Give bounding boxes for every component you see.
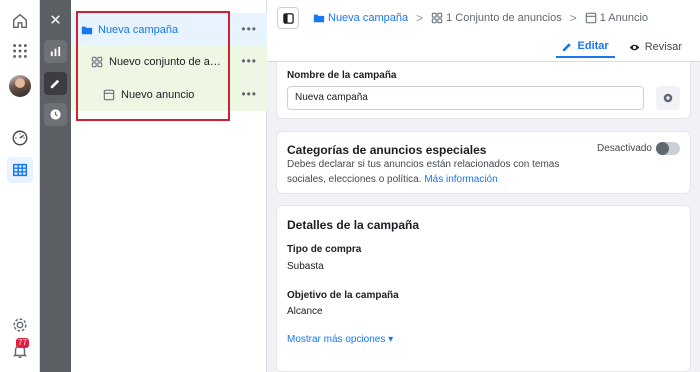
tool-column — [40, 0, 71, 372]
special-categories-title: Categorías de anuncios especiales — [287, 143, 487, 157]
special-categories-card: Categorías de anuncios especiales Desact… — [276, 131, 691, 194]
ad-icon — [585, 12, 596, 24]
campaign-settings-button[interactable] — [656, 86, 680, 110]
left-nav-rail: 77 — [0, 0, 40, 372]
tab-edit[interactable]: Editar — [555, 36, 615, 58]
more-options-icon[interactable]: ••• — [241, 22, 257, 36]
special-categories-description: Debes declarar si tus anuncios están rel… — [287, 157, 577, 187]
avatar[interactable] — [9, 75, 31, 97]
campaign-name-card: Nombre de la campaña Nueva campaña — [276, 62, 691, 119]
learn-more-link[interactable]: Más información — [424, 174, 497, 185]
buy-type-value: Subasta — [287, 261, 324, 272]
more-options-icon[interactable]: ••• — [241, 87, 257, 101]
objective-label: Objetivo de la campaña — [287, 290, 399, 301]
breadcrumb: Nueva campaña > 1 Conjunto de anuncios >… — [277, 7, 648, 29]
settings-gear-icon — [663, 93, 673, 103]
campaign-details-title: Detalles de la campaña — [287, 218, 420, 232]
folder-icon — [313, 14, 325, 23]
top-bar: Nueva campaña > 1 Conjunto de anuncios >… — [267, 0, 700, 62]
sidebar-toggle-icon — [282, 12, 294, 24]
tab-label: Editar — [577, 40, 609, 52]
tab-review[interactable]: Revisar — [623, 36, 688, 58]
close-icon[interactable] — [44, 8, 67, 31]
panel-toggle-button[interactable] — [277, 7, 299, 29]
breadcrumb-campaign[interactable]: Nueva campaña — [313, 12, 408, 24]
buy-type-label: Tipo de compra — [287, 244, 362, 255]
breadcrumb-separator: > — [416, 11, 424, 25]
apps-grid-icon[interactable] — [9, 40, 31, 62]
bar-chart-icon[interactable] — [44, 40, 67, 63]
breadcrumb-label: Nueva campaña — [328, 12, 409, 24]
notification-badge: 77 — [16, 338, 29, 348]
pencil-icon — [562, 42, 571, 51]
tab-label: Revisar — [644, 41, 682, 53]
settings-gear-icon[interactable] — [9, 314, 31, 336]
breadcrumb-separator: > — [569, 11, 577, 25]
dashboard-gauge-icon[interactable] — [9, 127, 31, 149]
breadcrumb-adset[interactable]: 1 Conjunto de anuncios — [431, 12, 562, 24]
campaign-name-input[interactable]: Nueva campaña — [287, 86, 644, 110]
eye-icon — [629, 44, 639, 50]
objective-value: Alcance — [287, 306, 323, 317]
breadcrumb-label: 1 Anuncio — [599, 12, 649, 24]
special-categories-toggle[interactable] — [656, 142, 680, 155]
show-more-options-link[interactable]: Mostrar más opciones ▾ — [287, 334, 393, 345]
highlight-box — [76, 11, 230, 121]
campaign-name-label: Nombre de la campaña — [287, 70, 397, 81]
campaign-details-card: Detalles de la campaña Tipo de compra Su… — [276, 205, 691, 372]
pencil-icon[interactable] — [44, 72, 67, 95]
toggle-status: Desactivado — [596, 143, 652, 154]
breadcrumb-ad[interactable]: 1 Anuncio — [585, 12, 648, 24]
ads-manager-table-icon[interactable] — [7, 157, 33, 183]
mode-tabs: Editar Revisar — [555, 36, 688, 58]
more-options-icon[interactable]: ••• — [241, 54, 257, 68]
main-panel: Nueva campaña > 1 Conjunto de anuncios >… — [267, 0, 700, 372]
home-icon[interactable] — [9, 10, 31, 32]
adset-grid-icon — [431, 12, 443, 24]
breadcrumb-label: 1 Conjunto de anuncios — [446, 12, 562, 24]
clock-icon[interactable] — [44, 103, 67, 126]
